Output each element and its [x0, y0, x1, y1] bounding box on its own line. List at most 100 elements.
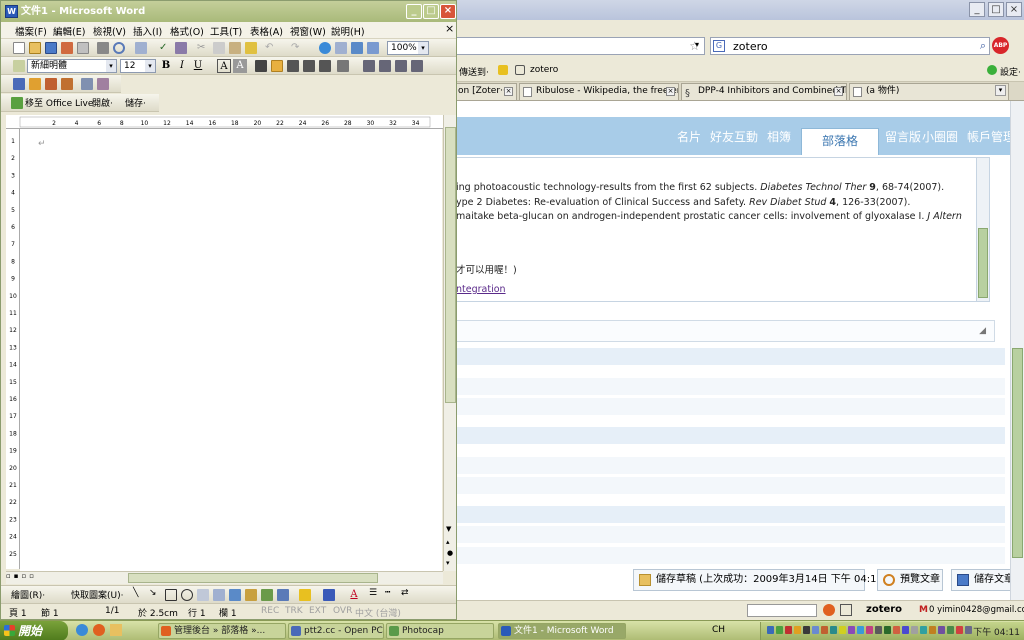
search-bar[interactable]: G zotero ⌕	[710, 37, 990, 55]
bold-button[interactable]: B	[159, 59, 173, 73]
email-icon[interactable]	[77, 42, 89, 54]
save-draft-button[interactable]: 儲存草稿 (上次成功：2009年3月14日 下午 04:10:23)	[633, 569, 903, 591]
oval-tool-icon[interactable]	[181, 589, 193, 601]
dash-style-icon[interactable]: ┅	[385, 588, 390, 598]
redo-icon[interactable]: ↷	[291, 42, 303, 54]
menu-edit[interactable]: 編輯(E)	[53, 24, 85, 38]
maximize-button[interactable]: □	[988, 2, 1004, 17]
tray-icon[interactable]	[866, 626, 873, 634]
office-live-button[interactable]: 移至 Office Live	[25, 96, 93, 109]
arrow-tool-icon[interactable]: ↘	[149, 588, 157, 598]
toolbar-icon-2[interactable]	[29, 78, 41, 90]
tray-icon[interactable]	[812, 626, 819, 634]
chevron-down-icon[interactable]: ▾	[145, 60, 155, 72]
vertical-scrollbar[interactable]: ▼ ▴ ● ▾	[443, 115, 456, 571]
zoom-select[interactable]: 100% ▾	[387, 41, 429, 55]
tray-icon[interactable]	[938, 626, 945, 634]
line-color-icon[interactable]	[323, 589, 335, 601]
minimize-button[interactable]: _	[969, 2, 985, 17]
tray-icon[interactable]	[821, 626, 828, 634]
page-scrollbar[interactable]	[1010, 101, 1024, 620]
minimize-button[interactable]: _	[406, 4, 422, 19]
tab-list-button[interactable]: ▾	[995, 85, 1006, 96]
nav-item-circle[interactable]: 小圈圈	[922, 128, 958, 145]
menu-table[interactable]: 表格(A)	[250, 24, 283, 38]
tray-icon[interactable]	[956, 626, 963, 634]
vertical-ruler[interactable]: 1 2 3 4 5 6 7 8 9 10 11 12 13 14 15 16 17 18 19 20 21 22 23 24 2…	[6, 129, 20, 569]
rectangle-tool-icon[interactable]	[165, 589, 177, 601]
justify-icon[interactable]	[319, 60, 331, 72]
align-right-icon[interactable]	[303, 60, 315, 72]
chevron-down-icon[interactable]: ▾	[106, 60, 116, 72]
decrease-indent-icon[interactable]	[395, 60, 407, 72]
nav-item-album[interactable]: 相簿	[767, 128, 791, 145]
research-icon[interactable]	[135, 42, 147, 54]
horizontal-scrollbar[interactable]: ▫▪▫▫	[6, 571, 443, 584]
toolbar-icon-5[interactable]	[81, 78, 93, 90]
zotero-bookmark[interactable]: zotero	[530, 65, 558, 75]
close-button[interactable]: ×	[440, 4, 456, 19]
draw-menu[interactable]: 繪圖(R)·	[11, 588, 45, 601]
menu-format[interactable]: 格式(O)	[170, 24, 204, 38]
picture-icon[interactable]	[261, 589, 273, 601]
gmail-icon[interactable]: M	[919, 605, 928, 615]
tray-icon[interactable]	[776, 626, 783, 634]
firefox-icon[interactable]	[93, 624, 105, 636]
menu-help[interactable]: 說明(H)	[331, 24, 365, 38]
tab-dpp4[interactable]: § DPP-4 Inhibitors and Combined Tr··· ×	[681, 83, 847, 100]
menu-insert[interactable]: 插入(I)	[133, 24, 162, 38]
dropdown-icon[interactable]: ▾	[695, 40, 699, 49]
tables-borders-icon[interactable]	[335, 42, 347, 54]
excel-icon[interactable]	[367, 42, 379, 54]
zotero-status-button[interactable]: zotero	[866, 604, 902, 615]
save-icon[interactable]	[45, 42, 57, 54]
save-button[interactable]: 儲存·	[125, 96, 146, 109]
open-button[interactable]: 開啟·	[92, 96, 113, 109]
font-size-select[interactable]: 12 ▾	[120, 59, 156, 73]
close-icon[interactable]: ×	[666, 87, 675, 96]
hyperlink-icon[interactable]	[319, 42, 331, 54]
page-scroll-thumb[interactable]	[1012, 348, 1023, 558]
editor-scrollbar[interactable]	[976, 158, 989, 301]
scroll-down-icon[interactable]: ▼	[446, 525, 451, 533]
next-page-icon[interactable]: ▾	[446, 559, 450, 567]
address-bar[interactable]: ☆	[455, 37, 705, 55]
textbox-icon[interactable]	[197, 589, 209, 601]
permission-icon[interactable]	[61, 42, 73, 54]
editor-scroll-thumb[interactable]	[978, 228, 988, 298]
spelling-icon[interactable]: ✓	[159, 42, 171, 54]
scroll-thumb[interactable]	[128, 573, 378, 583]
toolbar-icon-6[interactable]	[97, 78, 109, 90]
line-spacing-icon[interactable]	[337, 60, 349, 72]
tray-icon[interactable]	[884, 626, 891, 634]
tray-icon[interactable]	[794, 626, 801, 634]
google-icon[interactable]: G	[713, 40, 725, 52]
send-to-button[interactable]: 傳送到·	[459, 65, 489, 78]
char-shading-icon[interactable]: A	[233, 59, 247, 73]
magnifier-icon[interactable]: ⌕	[980, 39, 986, 53]
align-center-icon[interactable]	[287, 60, 299, 72]
tray-icon[interactable]	[920, 626, 927, 634]
tray-icon[interactable]	[902, 626, 909, 634]
align-left-active-icon[interactable]	[271, 60, 283, 72]
tray-icon[interactable]	[893, 626, 900, 634]
close-icon[interactable]: ×	[504, 87, 513, 96]
restore-button[interactable]: □	[423, 4, 439, 19]
tray-icon[interactable]	[848, 626, 855, 634]
autoshapes-menu[interactable]: 快取圖案(U)·	[71, 588, 123, 601]
arrow-style-icon[interactable]: ⇄	[401, 588, 409, 598]
tab-zotero[interactable]: on [Zoter··· ×	[455, 83, 517, 100]
fill-color-icon[interactable]	[299, 589, 311, 601]
gmail-notifier[interactable]: 0 yimin0428@gmail.com	[929, 605, 1024, 615]
nav-item-account[interactable]: 帳戶管理	[967, 128, 1015, 145]
firefox-icon[interactable]	[823, 604, 835, 616]
status-trk[interactable]: TRK	[285, 606, 303, 616]
browse-object-icon[interactable]: ●	[447, 549, 453, 557]
toolbar-icon-4[interactable]	[61, 78, 73, 90]
ie-icon[interactable]	[76, 624, 88, 636]
tray-icons[interactable]	[767, 623, 977, 639]
menu-file[interactable]: 檔案(F)	[15, 24, 47, 38]
word-app-icon[interactable]: W	[5, 5, 18, 18]
tab-object[interactable]: (a 物件)	[849, 83, 1009, 100]
increase-indent-icon[interactable]	[411, 60, 423, 72]
